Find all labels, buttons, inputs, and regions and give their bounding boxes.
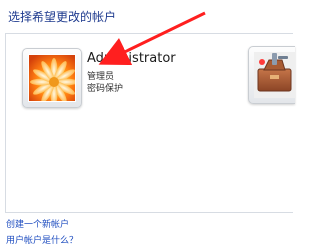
create-account-link[interactable]: 创建一个新帐户 (6, 217, 69, 230)
toolbox-icon (254, 52, 295, 98)
accounts-panel: Administrator 管理员 密码保护 (5, 33, 295, 213)
flower-icon (28, 54, 76, 102)
avatar[interactable] (22, 48, 82, 108)
account-password-status: 密码保护 (87, 84, 124, 94)
what-is-account-link[interactable]: 用户帐户是什么？ (6, 233, 78, 246)
account-card-administrator[interactable]: Administrator 管理员 密码保护 (16, 46, 196, 112)
account-name[interactable]: Administrator (87, 51, 176, 66)
account-card-second[interactable] (248, 46, 295, 104)
user-account-page: 选择希望更改的帐户 Administrator 管理员 密码保护 创建一个新帐户… (0, 0, 295, 250)
page-title: 选择希望更改的帐户 (8, 10, 117, 24)
